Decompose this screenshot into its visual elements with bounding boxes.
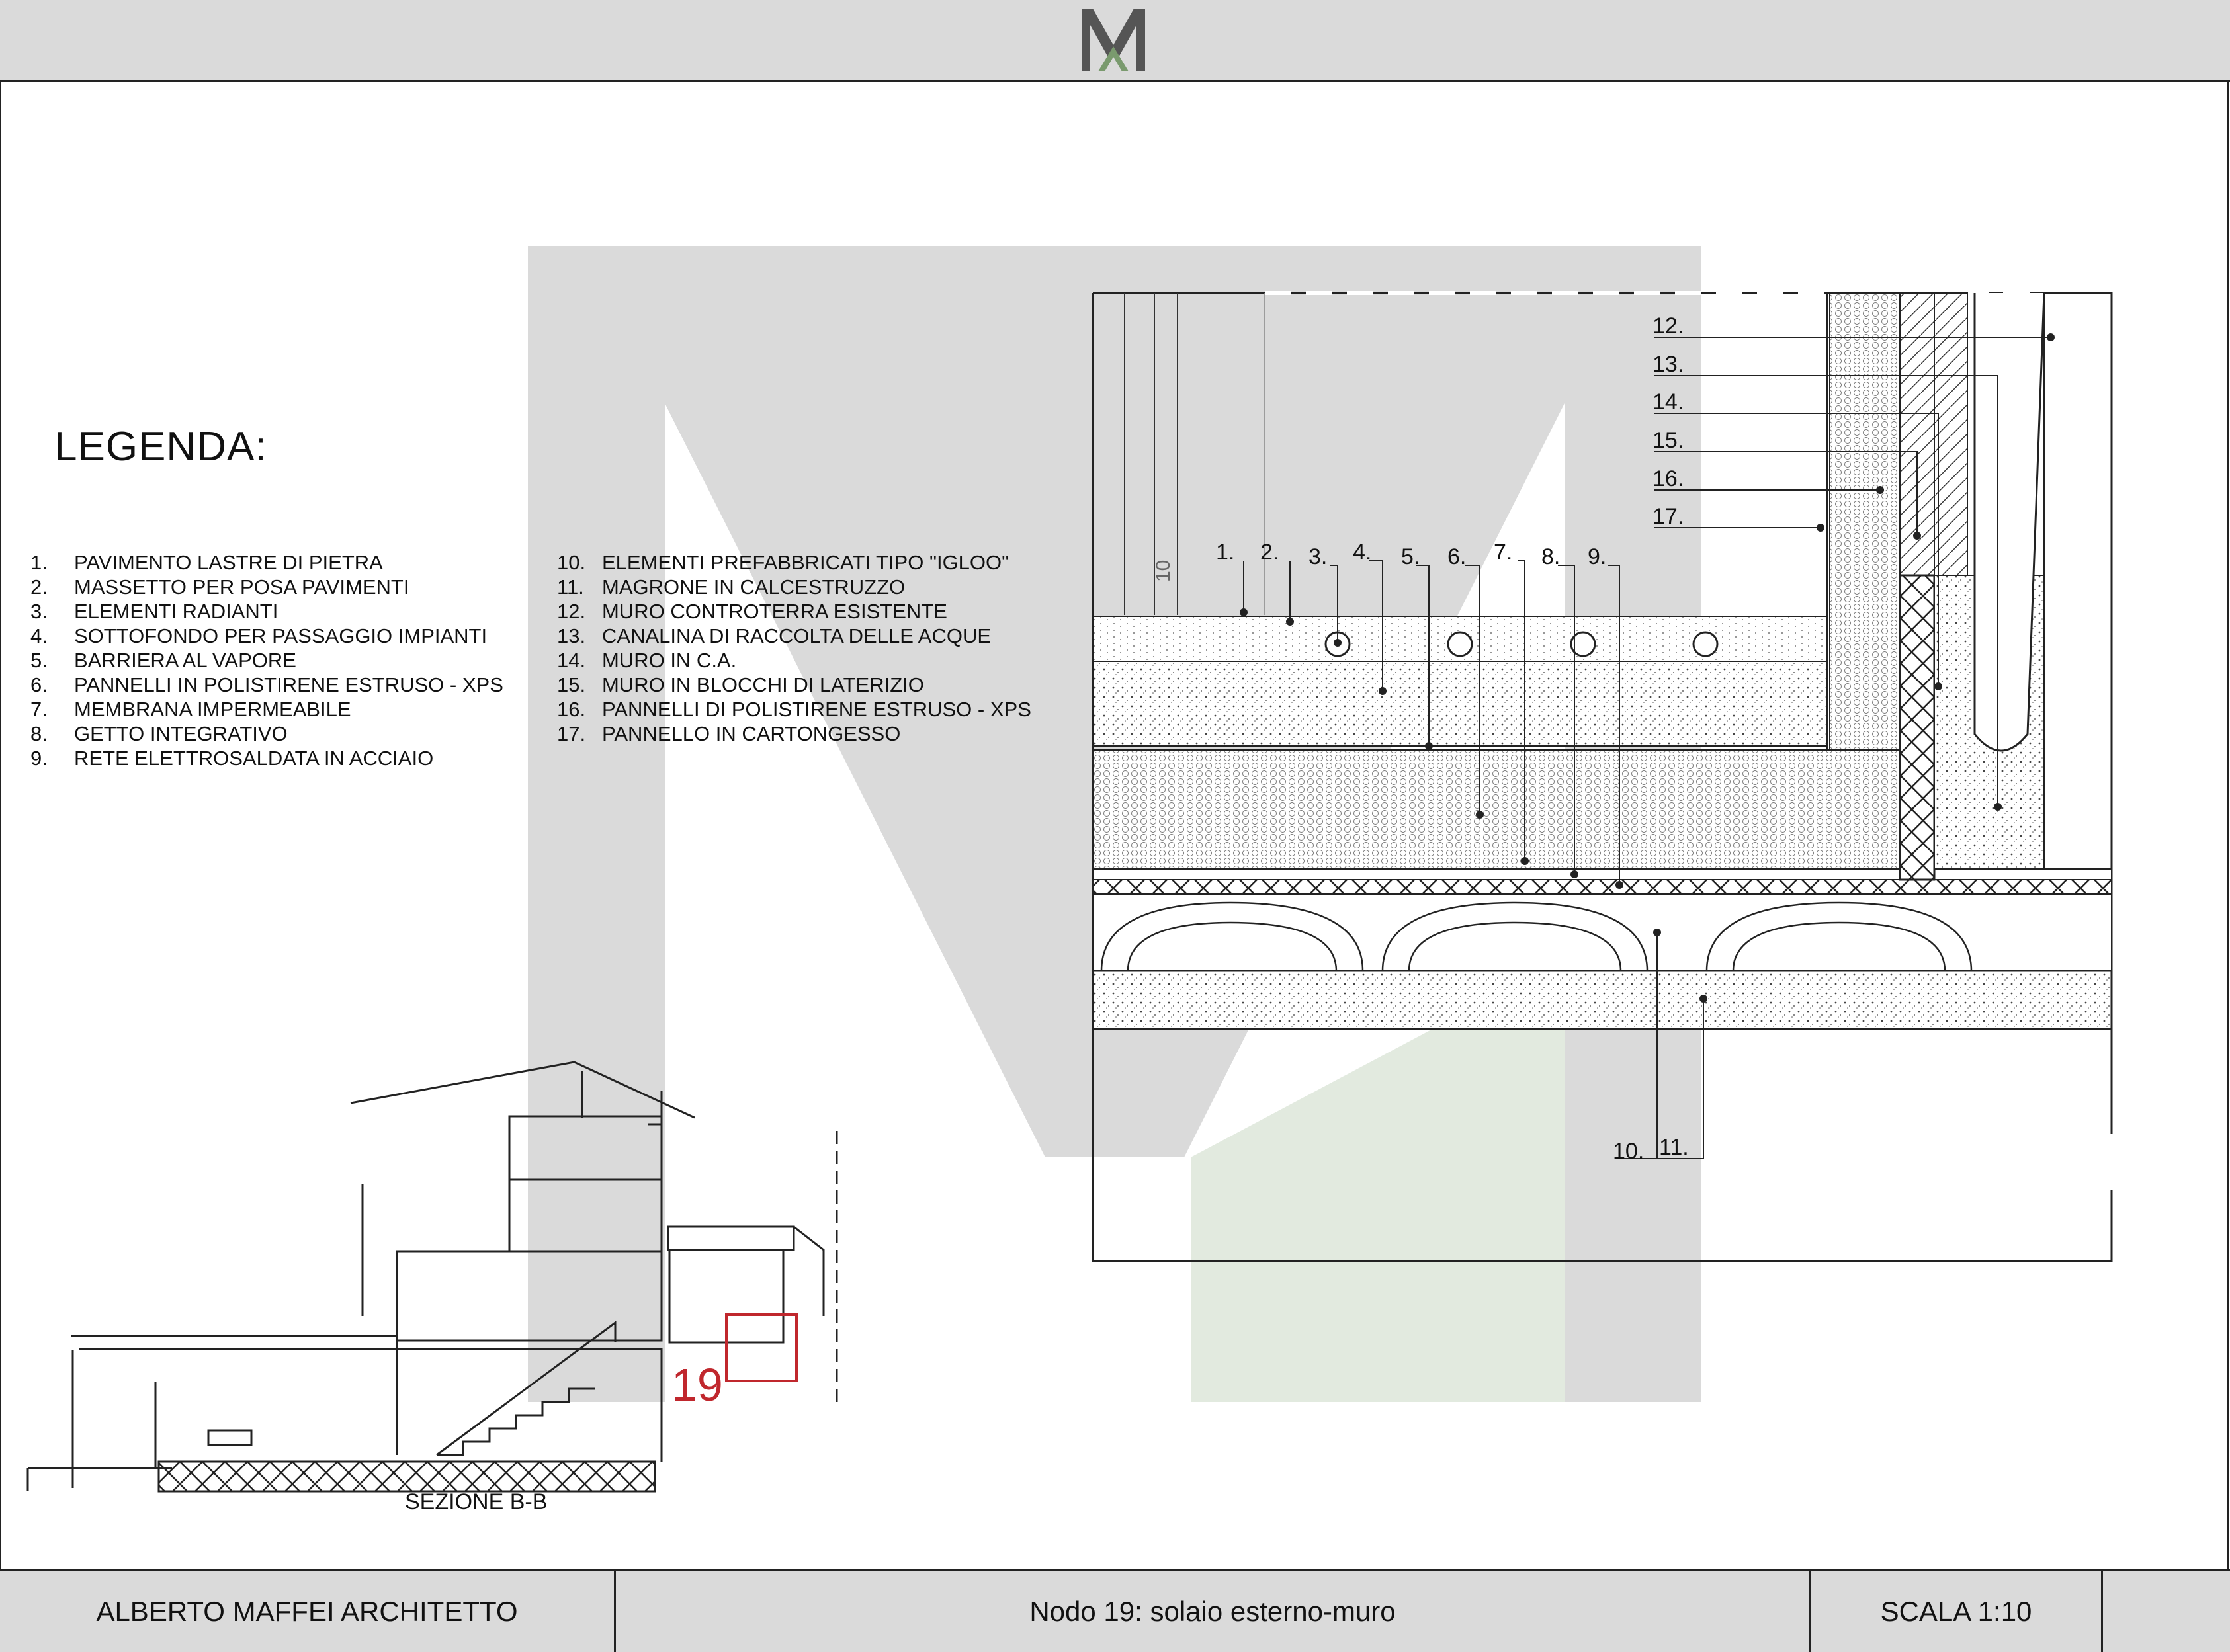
callout-5: 5. [1401,544,1420,569]
scale-label: SCALA 1:10 [1880,1595,2032,1627]
callout-15: 15. [1652,428,1684,453]
vertical-dim-label: 10 [1152,560,1174,582]
callout-8: 8. [1541,544,1560,569]
legend-item: 8. GETTO INTEGRATIVO [30,722,288,745]
callout-10: 10. [1613,1139,1644,1164]
legend-item: 6. PANNELLI IN POLISTIRENE ESTRUSO - XPS [30,673,503,696]
legend-item: 14. MURO IN C.A. [557,649,737,672]
legend-item: 12. MURO CONTROTERRA ESISTENTE [557,600,947,623]
legend-item: 15. MURO IN BLOCCHI DI LATERIZIO [557,673,924,696]
legend-item: 1. PAVIMENTO LASTRE DI PIETRA [30,551,383,574]
footer-divider [2101,1571,2103,1652]
legend-item: 17. PANNELLO IN CARTONGESSO [557,722,901,745]
title-block: ALBERTO MAFFEI ARCHITETTO Nodo 19: solai… [0,1569,2230,1652]
section-label: SEZIONE B-B [405,1489,548,1514]
callout-11: 11. [1659,1135,1689,1160]
node-19-label: 19 [671,1359,723,1411]
callout-14: 14. [1652,390,1684,415]
legend-column-2: 10. ELEMENTI PREFABBRICATI TIPO "IGLOO" 1… [557,550,1031,746]
legend-item: 5. BARRIERA AL VAPORE [30,649,296,672]
callout-4: 4. [1353,540,1371,565]
callout-6: 6. [1447,544,1466,569]
node-title: Nodo 19: solaio esterno-muro [1029,1595,1396,1627]
legend-item: 9. RETE ELETTROSALDATA IN ACCIAIO [30,747,434,770]
callout-1: 1. [1216,540,1234,565]
callout-9: 9. [1588,544,1606,569]
legend-item: 11. MAGRONE IN CALCESTRUZZO [557,575,906,599]
legend-item: 2. MASSETTO PER POSA PAVIMENTI [30,575,409,599]
callout-3: 3. [1308,544,1327,569]
callout-17: 17. [1652,504,1684,529]
callout-2: 2. [1260,540,1279,565]
legend-item: 7. MEMBRANA IMPERMEABILE [30,698,351,721]
callout-12: 12. [1652,313,1684,339]
callout-16: 16. [1652,466,1684,491]
architect-name: ALBERTO MAFFEI ARCHITETTO [96,1595,518,1627]
callout-13: 13. [1652,352,1684,377]
detail-drawing: 10 1. 2. 3. 4. 5. 6. 7. 8. 9. 12. 13. 14… [26,246,2113,1493]
legend-item: 10. ELEMENTI PREFABBRICATI TIPO "IGLOO" [557,551,1009,574]
callout-7: 7. [1494,540,1512,565]
legend-column-1: 1. PAVIMENTO LASTRE DI PIETRA 2. MASSETTO … [30,550,503,770]
legend-title: LEGENDA: [54,424,267,470]
legend-item: 16. PANNELLI DI POLISTIRENE ESTRUSO - XPS [557,698,1031,721]
legend-item: 3. ELEMENTI RADIANTI [30,600,279,623]
legend-item: 4. SOTTOFONDO PER PASSAGGIO IMPIANTI [30,624,488,647]
legend-item: 13. CANALINA DI RACCOLTA DELLE ACQUE [557,624,992,647]
